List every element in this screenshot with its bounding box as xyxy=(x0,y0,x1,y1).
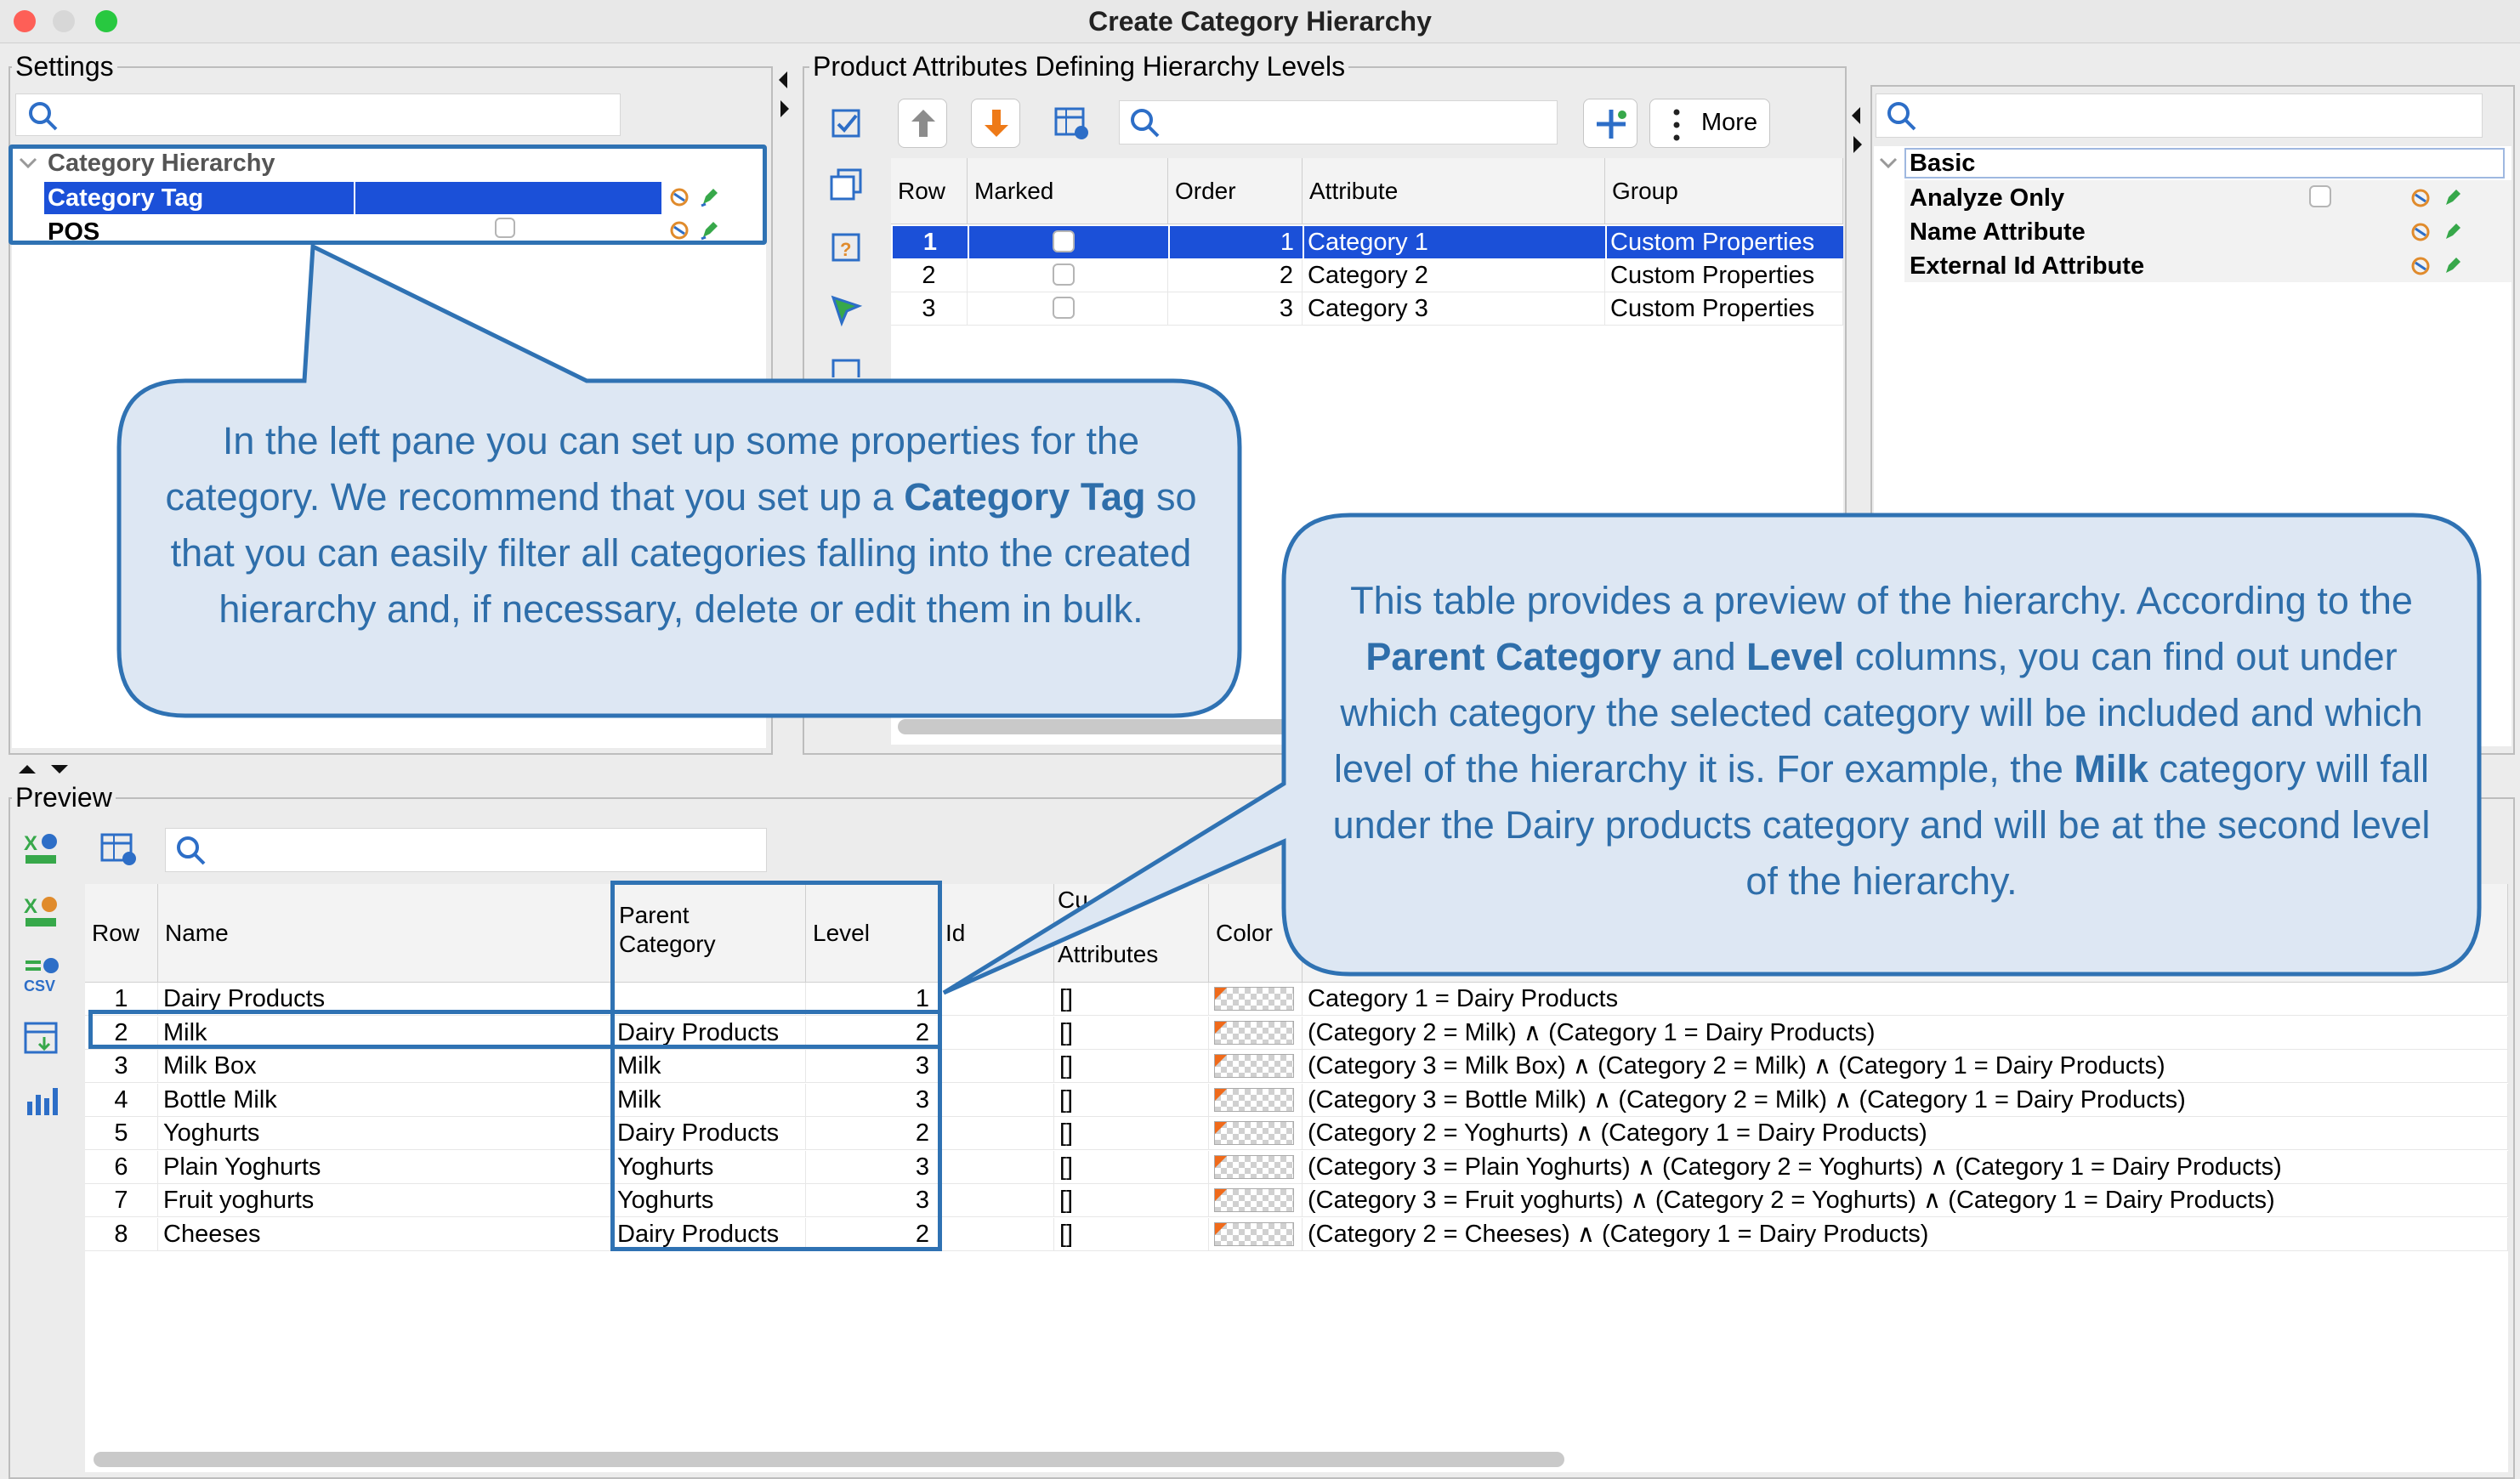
right-callout-part: and xyxy=(1661,635,1747,678)
right-callout-bold: Level xyxy=(1746,635,1845,678)
right-callout-bold: Milk xyxy=(2074,747,2148,790)
right-callout-text: This table provides a preview of the hie… xyxy=(1316,573,2447,910)
left-callout-bold: Category Tag xyxy=(904,475,1146,518)
right-callout-bold: Parent Category xyxy=(1365,635,1662,678)
left-callout-text: In the left pane you can set up some pro… xyxy=(150,413,1212,638)
right-callout-part: This table provides a preview of the hie… xyxy=(1350,579,2413,622)
